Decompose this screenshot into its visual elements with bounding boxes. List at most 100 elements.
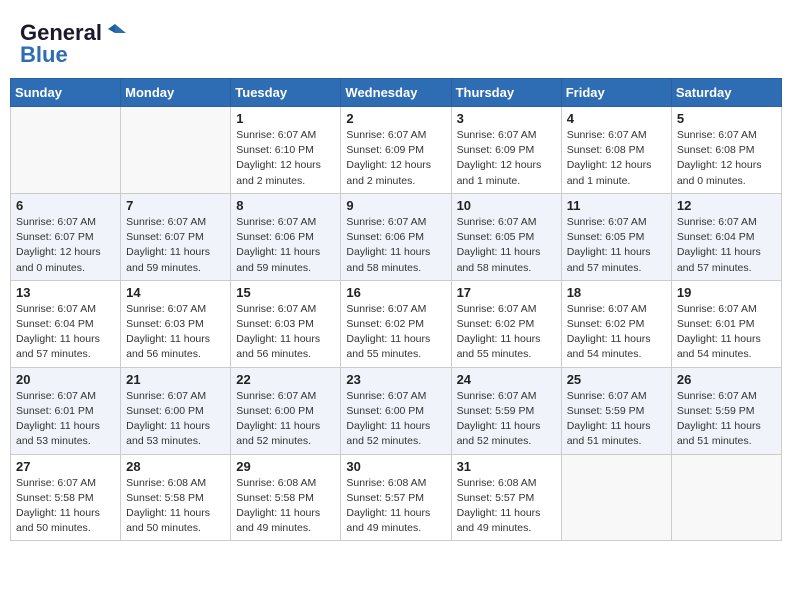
calendar-week-row: 1Sunrise: 6:07 AM Sunset: 6:10 PM Daylig… — [11, 107, 782, 194]
day-info: Sunrise: 6:07 AM Sunset: 6:05 PM Dayligh… — [457, 215, 556, 276]
day-info: Sunrise: 6:07 AM Sunset: 5:59 PM Dayligh… — [567, 389, 666, 450]
calendar-cell: 22 Sunrise: 6:07 AM Sunset: 6:00 PM Dayli… — [231, 367, 341, 454]
calendar-cell: 16 Sunrise: 6:07 AM Sunset: 6:02 PM Dayli… — [341, 280, 451, 367]
calendar-cell: 5Sunrise: 6:07 AM Sunset: 6:08 PM Daylig… — [671, 107, 781, 194]
logo: General Blue — [20, 20, 126, 68]
calendar-cell: 7 Sunrise: 6:07 AM Sunset: 6:07 PM Daylig… — [121, 193, 231, 280]
calendar-week-row: 6 Sunrise: 6:07 AM Sunset: 6:07 PM Daylig… — [11, 193, 782, 280]
calendar-cell: 15Sunrise: 6:07 AM Sunset: 6:03 PM Dayli… — [231, 280, 341, 367]
calendar-cell: 27 Sunrise: 6:07 AM Sunset: 5:58 PM Dayli… — [11, 454, 121, 541]
day-number: 23 — [346, 372, 445, 387]
calendar-cell: 24 Sunrise: 6:07 AM Sunset: 5:59 PM Dayli… — [451, 367, 561, 454]
calendar-cell: 20 Sunrise: 6:07 AM Sunset: 6:01 PM Dayli… — [11, 367, 121, 454]
day-number: 30 — [346, 459, 445, 474]
col-header-monday: Monday — [121, 79, 231, 107]
day-info: Sunrise: 6:08 AM Sunset: 5:58 PM Dayligh… — [236, 476, 335, 537]
day-number: 21 — [126, 372, 225, 387]
calendar-cell: 30 Sunrise: 6:08 AM Sunset: 5:57 PM Dayli… — [341, 454, 451, 541]
day-info: Sunrise: 6:07 AM Sunset: 6:07 PM Dayligh… — [126, 215, 225, 276]
day-info: Sunrise: 6:07 AM Sunset: 6:01 PM Dayligh… — [16, 389, 115, 450]
calendar-cell: 4Sunrise: 6:07 AM Sunset: 6:08 PM Daylig… — [561, 107, 671, 194]
day-number: 27 — [16, 459, 115, 474]
calendar-cell: 11 Sunrise: 6:07 AM Sunset: 6:05 PM Dayli… — [561, 193, 671, 280]
day-info: Sunrise: 6:07 AM Sunset: 6:09 PM Dayligh… — [457, 128, 556, 189]
calendar-cell: 10 Sunrise: 6:07 AM Sunset: 6:05 PM Dayli… — [451, 193, 561, 280]
col-header-sunday: Sunday — [11, 79, 121, 107]
calendar-cell: 13 Sunrise: 6:07 AM Sunset: 6:04 PM Dayli… — [11, 280, 121, 367]
day-number: 12 — [677, 198, 776, 213]
calendar-cell: 28 Sunrise: 6:08 AM Sunset: 5:58 PM Dayli… — [121, 454, 231, 541]
calendar-week-row: 20 Sunrise: 6:07 AM Sunset: 6:01 PM Dayli… — [11, 367, 782, 454]
day-number: 14 — [126, 285, 225, 300]
day-info: Sunrise: 6:08 AM Sunset: 5:57 PM Dayligh… — [346, 476, 445, 537]
calendar-cell — [671, 454, 781, 541]
day-number: 13 — [16, 285, 115, 300]
calendar-week-row: 27 Sunrise: 6:07 AM Sunset: 5:58 PM Dayli… — [11, 454, 782, 541]
calendar-cell — [11, 107, 121, 194]
calendar-cell — [561, 454, 671, 541]
day-number: 3 — [457, 111, 556, 126]
calendar-cell: 17 Sunrise: 6:07 AM Sunset: 6:02 PM Dayli… — [451, 280, 561, 367]
day-info: Sunrise: 6:07 AM Sunset: 6:06 PM Dayligh… — [236, 215, 335, 276]
page-header: General Blue — [10, 10, 782, 74]
day-number: 4 — [567, 111, 666, 126]
day-number: 24 — [457, 372, 556, 387]
calendar-cell: 3 Sunrise: 6:07 AM Sunset: 6:09 PM Daylig… — [451, 107, 561, 194]
day-info: Sunrise: 6:08 AM Sunset: 5:58 PM Dayligh… — [126, 476, 225, 537]
day-info: Sunrise: 6:07 AM Sunset: 6:00 PM Dayligh… — [236, 389, 335, 450]
day-info: Sunrise: 6:07 AM Sunset: 6:09 PM Dayligh… — [346, 128, 445, 189]
day-info: Sunrise: 6:07 AM Sunset: 6:05 PM Dayligh… — [567, 215, 666, 276]
col-header-tuesday: Tuesday — [231, 79, 341, 107]
calendar-table: SundayMondayTuesdayWednesdayThursdayFrid… — [10, 78, 782, 541]
calendar-cell: 18 Sunrise: 6:07 AM Sunset: 6:02 PM Dayli… — [561, 280, 671, 367]
calendar-cell: 31Sunrise: 6:08 AM Sunset: 5:57 PM Dayli… — [451, 454, 561, 541]
calendar-cell: 29 Sunrise: 6:08 AM Sunset: 5:58 PM Dayli… — [231, 454, 341, 541]
calendar-cell: 2 Sunrise: 6:07 AM Sunset: 6:09 PM Daylig… — [341, 107, 451, 194]
col-header-friday: Friday — [561, 79, 671, 107]
day-info: Sunrise: 6:07 AM Sunset: 6:06 PM Dayligh… — [346, 215, 445, 276]
day-number: 29 — [236, 459, 335, 474]
day-number: 18 — [567, 285, 666, 300]
day-number: 9 — [346, 198, 445, 213]
day-info: Sunrise: 6:07 AM Sunset: 6:02 PM Dayligh… — [457, 302, 556, 363]
col-header-thursday: Thursday — [451, 79, 561, 107]
day-number: 6 — [16, 198, 115, 213]
day-number: 16 — [346, 285, 445, 300]
day-info: Sunrise: 6:07 AM Sunset: 5:58 PM Dayligh… — [16, 476, 115, 537]
calendar-cell: 1Sunrise: 6:07 AM Sunset: 6:10 PM Daylig… — [231, 107, 341, 194]
calendar-cell: 14 Sunrise: 6:07 AM Sunset: 6:03 PM Dayli… — [121, 280, 231, 367]
logo-bird-icon — [104, 22, 126, 44]
calendar-cell: 21 Sunrise: 6:07 AM Sunset: 6:00 PM Dayli… — [121, 367, 231, 454]
day-number: 11 — [567, 198, 666, 213]
day-number: 20 — [16, 372, 115, 387]
day-number: 7 — [126, 198, 225, 213]
day-info: Sunrise: 6:07 AM Sunset: 6:00 PM Dayligh… — [346, 389, 445, 450]
calendar-cell: 8Sunrise: 6:07 AM Sunset: 6:06 PM Daylig… — [231, 193, 341, 280]
day-info: Sunrise: 6:07 AM Sunset: 6:00 PM Dayligh… — [126, 389, 225, 450]
day-info: Sunrise: 6:07 AM Sunset: 6:10 PM Dayligh… — [236, 128, 335, 189]
calendar-cell: 26Sunrise: 6:07 AM Sunset: 5:59 PM Dayli… — [671, 367, 781, 454]
day-number: 22 — [236, 372, 335, 387]
day-number: 28 — [126, 459, 225, 474]
day-info: Sunrise: 6:07 AM Sunset: 5:59 PM Dayligh… — [457, 389, 556, 450]
day-info: Sunrise: 6:07 AM Sunset: 6:01 PM Dayligh… — [677, 302, 776, 363]
day-info: Sunrise: 6:07 AM Sunset: 6:04 PM Dayligh… — [16, 302, 115, 363]
day-number: 2 — [346, 111, 445, 126]
calendar-cell: 9 Sunrise: 6:07 AM Sunset: 6:06 PM Daylig… — [341, 193, 451, 280]
calendar-cell: 6 Sunrise: 6:07 AM Sunset: 6:07 PM Daylig… — [11, 193, 121, 280]
day-info: Sunrise: 6:07 AM Sunset: 6:04 PM Dayligh… — [677, 215, 776, 276]
day-info: Sunrise: 6:07 AM Sunset: 6:02 PM Dayligh… — [567, 302, 666, 363]
day-number: 19 — [677, 285, 776, 300]
calendar-cell: 25Sunrise: 6:07 AM Sunset: 5:59 PM Dayli… — [561, 367, 671, 454]
day-info: Sunrise: 6:07 AM Sunset: 6:02 PM Dayligh… — [346, 302, 445, 363]
day-info: Sunrise: 6:07 AM Sunset: 6:03 PM Dayligh… — [236, 302, 335, 363]
day-info: Sunrise: 6:07 AM Sunset: 6:07 PM Dayligh… — [16, 215, 115, 276]
col-header-saturday: Saturday — [671, 79, 781, 107]
day-info: Sunrise: 6:07 AM Sunset: 6:03 PM Dayligh… — [126, 302, 225, 363]
day-info: Sunrise: 6:08 AM Sunset: 5:57 PM Dayligh… — [457, 476, 556, 537]
calendar-cell: 12 Sunrise: 6:07 AM Sunset: 6:04 PM Dayli… — [671, 193, 781, 280]
col-header-wednesday: Wednesday — [341, 79, 451, 107]
day-number: 10 — [457, 198, 556, 213]
day-info: Sunrise: 6:07 AM Sunset: 6:08 PM Dayligh… — [677, 128, 776, 189]
day-number: 17 — [457, 285, 556, 300]
